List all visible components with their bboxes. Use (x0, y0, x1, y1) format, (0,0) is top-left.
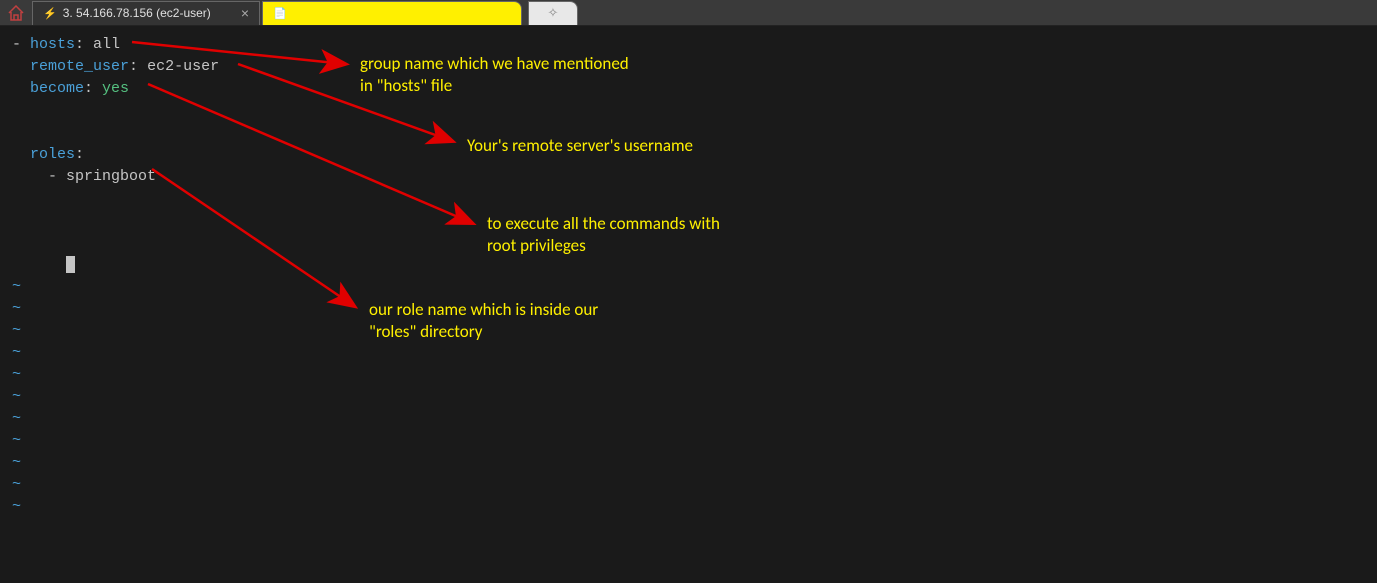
annotation-roles: our role name which is inside our "roles… (369, 299, 598, 343)
tilde-lines: ~ ~ ~ ~ ~ ~ ~ ~ ~ ~ ~ (12, 276, 1365, 518)
tab-active-ssh[interactable]: ⚡ 3. 54.166.78.156 (ec2-user) × (32, 1, 260, 25)
annotation-remote-user: Your's remote server's username (467, 135, 693, 157)
tab-icon-yellow: 📄 (273, 7, 287, 20)
code-line-5: - springboot (12, 166, 1365, 188)
code-line-1: - hosts: all (12, 34, 1365, 56)
close-icon[interactable]: × (241, 5, 249, 21)
lightning-icon: ⚡ (43, 7, 57, 20)
text-cursor (66, 256, 75, 273)
tab-bar: ⚡ 3. 54.166.78.156 (ec2-user) × 📄 ✧ (0, 0, 1377, 26)
code-line-2: remote_user: ec2-user (12, 56, 1365, 78)
tab-title: 3. 54.166.78.156 (ec2-user) (63, 6, 211, 20)
code-line-3: become: yes (12, 78, 1365, 100)
editor-pane[interactable]: - hosts: all remote_user: ec2-user becom… (0, 26, 1377, 557)
code-line-blank3 (12, 188, 1365, 210)
home-icon[interactable] (0, 1, 32, 25)
annotation-hosts: group name which we have mentioned in "h… (360, 53, 629, 97)
code-line-cursor (12, 254, 1365, 276)
tab-highlighted[interactable]: 📄 (262, 1, 522, 25)
code-line-blank1 (12, 100, 1365, 122)
plus-icon: ✧ (548, 5, 559, 21)
new-tab-button[interactable]: ✧ (528, 1, 578, 25)
annotation-become: to execute all the commands with root pr… (487, 213, 720, 257)
